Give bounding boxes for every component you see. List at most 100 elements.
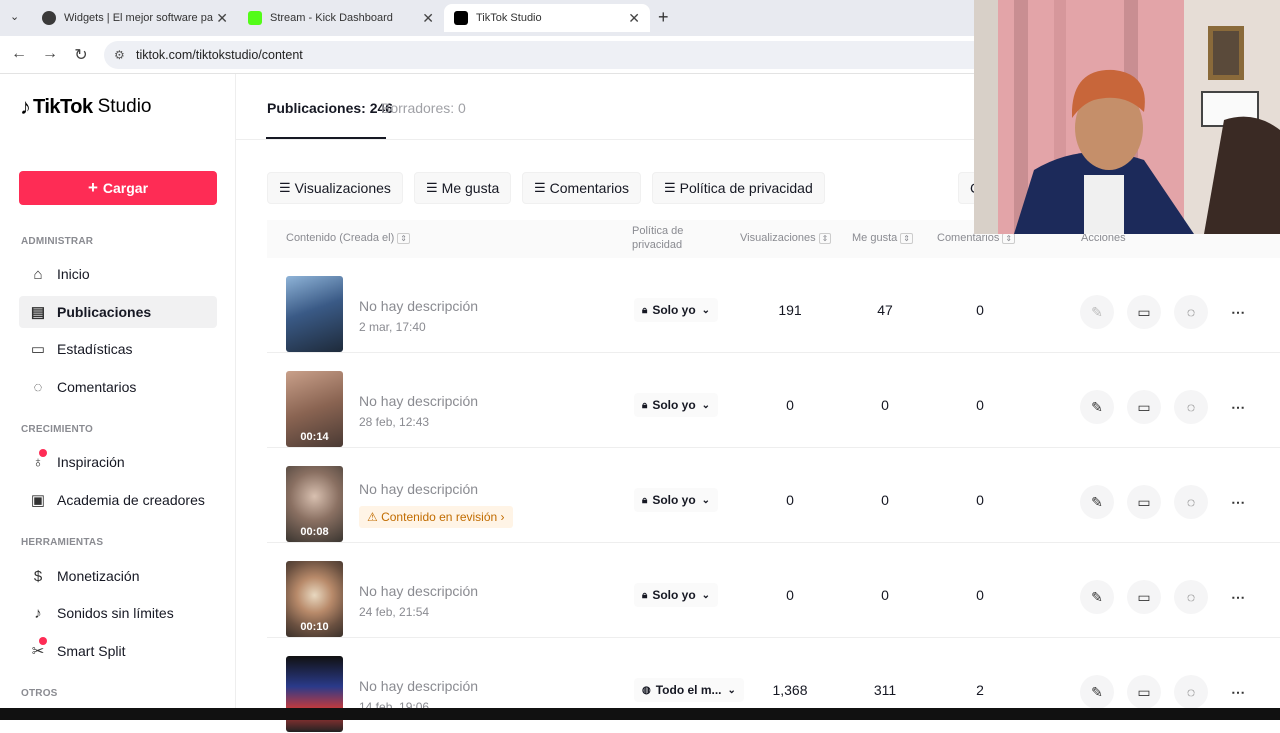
edit-icon[interactable]: ✎ bbox=[1080, 295, 1114, 329]
tab-publicaciones[interactable]: Publicaciones: 246 bbox=[267, 100, 393, 116]
privacy-dropdown[interactable]: 🔒︎ Solo yo ⌄ bbox=[634, 488, 719, 512]
sort-lines-icon: ☰ bbox=[279, 180, 291, 195]
likes-value: 311 bbox=[873, 682, 897, 698]
more-icon[interactable]: ⋯ bbox=[1221, 390, 1255, 424]
edit-icon[interactable]: ✎ bbox=[1080, 580, 1114, 614]
chevron-down-icon: ⌄ bbox=[727, 684, 736, 696]
privacy-dropdown[interactable]: 🔒︎ Solo yo ⌄ bbox=[634, 393, 719, 417]
privacy-dropdown[interactable]: ◍ Todo el m... ⌄ bbox=[634, 678, 744, 702]
table-row[interactable]: 00:14 No hay descripción 28 feb, 12:43 🔒… bbox=[267, 353, 1280, 448]
table-row[interactable]: No hay descripción 2 mar, 17:40 🔒︎ Solo y… bbox=[267, 258, 1280, 353]
analytics-icon[interactable]: ▭ bbox=[1127, 485, 1161, 519]
more-icon[interactable]: ⋯ bbox=[1221, 580, 1255, 614]
dollar-icon: $ bbox=[33, 567, 43, 585]
sidebar-item-monetizacion[interactable]: $ Monetización bbox=[19, 560, 217, 592]
col-views[interactable]: Visualizaciones ⇕ bbox=[740, 232, 832, 244]
tab-list-chevron-icon[interactable]: ⌄ bbox=[10, 10, 19, 23]
video-description[interactable]: No hay descripción bbox=[359, 583, 478, 599]
forward-icon[interactable]: → bbox=[40, 45, 60, 63]
table-row[interactable]: 00:08 No hay descripción ⚠ Contenido en … bbox=[267, 448, 1280, 543]
video-duration: 00:08 bbox=[300, 526, 329, 538]
url-text: tiktok.com/tiktokstudio/content bbox=[136, 48, 303, 62]
video-thumbnail[interactable]: 00:08 bbox=[286, 466, 343, 542]
privacy-dropdown[interactable]: 🔒︎ Solo yo ⌄ bbox=[634, 583, 719, 607]
sidebar-item-comentarios[interactable]: ◌ Comentarios bbox=[19, 371, 217, 403]
section-others: OTROS bbox=[21, 688, 58, 699]
reload-icon[interactable]: ↻ bbox=[71, 45, 91, 65]
video-description[interactable]: No hay descripción bbox=[359, 298, 478, 314]
analytics-icon[interactable]: ▭ bbox=[1127, 295, 1161, 329]
privacy-value: Solo yo bbox=[652, 398, 696, 412]
lock-icon: 🔒︎ bbox=[642, 494, 648, 506]
kick-favicon-icon bbox=[248, 11, 262, 25]
more-icon[interactable]: ⋯ bbox=[1221, 675, 1255, 709]
more-icon[interactable]: ⋯ bbox=[1221, 295, 1255, 329]
tab-borradores[interactable]: Borradores: 0 bbox=[381, 100, 466, 116]
sort-icon: ⇕ bbox=[397, 233, 410, 244]
video-thumbnail[interactable]: 00:10 bbox=[286, 561, 343, 637]
edit-icon[interactable]: ✎ bbox=[1080, 390, 1114, 424]
edit-icon[interactable]: ✎ bbox=[1080, 675, 1114, 709]
sidebar-item-inicio[interactable]: ⌂ Inicio bbox=[19, 258, 217, 290]
new-tab-icon[interactable]: + bbox=[658, 7, 669, 28]
comment-icon[interactable]: ◌ bbox=[1174, 295, 1208, 329]
likes-value: 0 bbox=[881, 587, 889, 603]
sidebar-item-label: Smart Split bbox=[57, 643, 126, 659]
sidebar-item-estadisticas[interactable]: ▭ Estadísticas bbox=[19, 333, 217, 365]
widgets-favicon-icon bbox=[42, 11, 56, 25]
col-label: Política de bbox=[632, 225, 684, 237]
privacy-value: Solo yo bbox=[652, 303, 696, 317]
close-tab-icon[interactable]: ✕ bbox=[422, 10, 434, 27]
analytics-icon[interactable]: ▭ bbox=[1127, 675, 1161, 709]
tiktok-studio-logo[interactable]: ♪ TikTok Studio bbox=[20, 94, 151, 120]
video-description[interactable]: No hay descripción bbox=[359, 393, 478, 409]
comment-icon[interactable]: ◌ bbox=[1174, 675, 1208, 709]
upload-button[interactable]: + Cargar bbox=[19, 171, 217, 205]
filter-comments-button[interactable]: ☰ Comentarios bbox=[522, 172, 642, 204]
logo-text: TikTok bbox=[33, 95, 93, 118]
close-tab-icon[interactable]: ✕ bbox=[216, 10, 228, 27]
review-status-badge[interactable]: ⚠ Contenido en revisión › bbox=[359, 506, 513, 528]
more-icon[interactable]: ⋯ bbox=[1221, 485, 1255, 519]
close-tab-icon[interactable]: ✕ bbox=[628, 10, 640, 27]
back-icon[interactable]: ← bbox=[9, 45, 29, 63]
col-label: Contenido (Creada el) bbox=[286, 232, 395, 244]
tab-title: Stream - Kick Dashboard bbox=[270, 12, 393, 24]
filter-views-button[interactable]: ☰ Visualizaciones bbox=[267, 172, 403, 204]
sidebar-item-smart-split[interactable]: ✂ Smart Split bbox=[19, 635, 217, 667]
notification-dot bbox=[39, 448, 47, 457]
filter-privacy-button[interactable]: ☰ Política de privacidad bbox=[652, 172, 825, 204]
comment-icon[interactable]: ◌ bbox=[1174, 390, 1208, 424]
views-value: 0 bbox=[786, 492, 794, 508]
sidebar-item-publicaciones[interactable]: ▤ Publicaciones bbox=[19, 296, 217, 328]
browser-tab-widgets[interactable]: Widgets | El mejor software pa ✕ bbox=[32, 4, 238, 32]
edit-icon[interactable]: ✎ bbox=[1080, 485, 1114, 519]
browser-tab-tiktok-studio[interactable]: TikTok Studio ✕ bbox=[444, 4, 650, 32]
sidebar-item-inspiracion[interactable]: ♁ Inspiración bbox=[19, 446, 217, 478]
site-settings-icon[interactable]: ⚙ bbox=[114, 41, 125, 69]
comments-value: 0 bbox=[976, 587, 984, 603]
sidebar-item-sonidos[interactable]: ♪ Sonidos sin límites bbox=[19, 597, 217, 629]
section-admin: ADMINISTRAR bbox=[21, 236, 94, 247]
video-thumbnail[interactable] bbox=[286, 276, 343, 352]
comment-icon[interactable]: ◌ bbox=[1174, 485, 1208, 519]
privacy-dropdown[interactable]: 🔒︎ Solo yo ⌄ bbox=[634, 298, 719, 322]
analytics-icon[interactable]: ▭ bbox=[1127, 580, 1161, 614]
video-description[interactable]: No hay descripción bbox=[359, 481, 478, 497]
scissors-icon: ✂ bbox=[19, 637, 57, 660]
comment-icon[interactable]: ◌ bbox=[1174, 580, 1208, 614]
filter-label: Política de privacidad bbox=[679, 180, 813, 196]
analytics-icon[interactable]: ▭ bbox=[1127, 390, 1161, 424]
table-row[interactable]: 00:10 No hay descripción 24 feb, 21:54 🔒… bbox=[267, 543, 1280, 638]
sidebar-item-academia[interactable]: ▣ Academia de creadores bbox=[19, 484, 217, 516]
browser-tab-kick[interactable]: Stream - Kick Dashboard ✕ bbox=[238, 4, 444, 32]
video-description[interactable]: No hay descripción bbox=[359, 678, 478, 694]
col-content[interactable]: Contenido (Creada el) ⇕ bbox=[286, 232, 410, 244]
col-label: Me gusta bbox=[852, 232, 898, 244]
video-thumbnail[interactable]: 00:14 bbox=[286, 371, 343, 447]
sort-icon: ⇕ bbox=[1002, 233, 1016, 244]
col-likes[interactable]: Me gusta ⇕ bbox=[852, 232, 913, 244]
video-thumbnail[interactable] bbox=[286, 656, 343, 732]
filter-likes-button[interactable]: ☰ Me gusta bbox=[414, 172, 512, 204]
section-tools: HERRAMIENTAS bbox=[21, 537, 104, 548]
